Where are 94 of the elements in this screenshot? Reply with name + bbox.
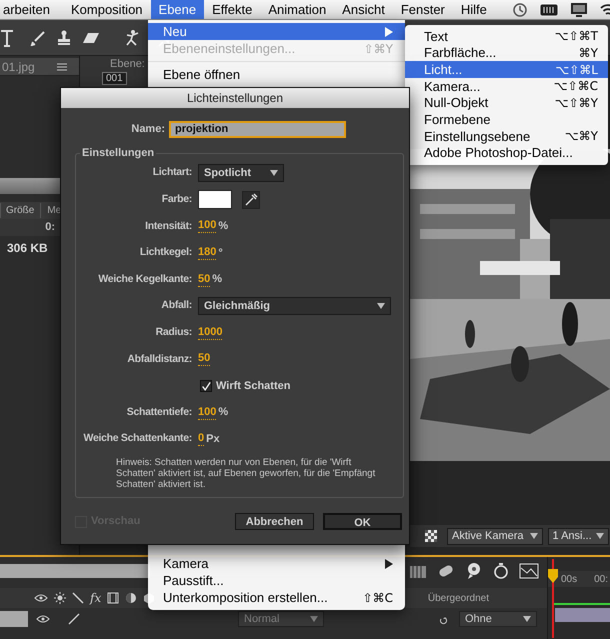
dropdown[interactable]: Spotlicht [198, 164, 284, 182]
eraser-tool-icon[interactable] [82, 32, 100, 44]
menu-title[interactable]: Animation [260, 0, 334, 19]
menu-item[interactable]: Licht... ⌥⇧⌘L [405, 61, 608, 78]
line-icon[interactable] [72, 592, 84, 604]
graph-editor-icon[interactable] [519, 563, 539, 579]
text-tool-icon[interactable] [0, 28, 14, 46]
eye-icon[interactable] [34, 593, 48, 603]
unit-label: % [218, 219, 228, 234]
unit-label: % [212, 272, 222, 288]
panel-title: Ebene: [110, 58, 145, 70]
checkbox-label: Wirft Schatten [216, 378, 290, 394]
file-size: 306 KB [6, 240, 49, 257]
menu-item[interactable]: Neu [148, 23, 405, 40]
menu-item[interactable]: Ebene öffnen [148, 66, 405, 83]
half-circle-icon[interactable] [125, 592, 138, 604]
value-field[interactable]: 100 [198, 219, 216, 234]
field-label: Name: [130, 122, 165, 138]
field-label: Weiche Kegelkante: [97, 272, 192, 287]
dropdown[interactable]: Gleichmäßig [198, 297, 391, 316]
dialog-title: Lichteinstellungen [61, 88, 409, 108]
checkerboard-icon[interactable] [425, 530, 437, 542]
column-header[interactable]: Übergeordnet [428, 590, 489, 606]
camera-dropdown[interactable]: Aktive Kamera [447, 528, 543, 544]
submenu-arrow-icon [385, 26, 393, 36]
field-label: Schattentiefe: [126, 404, 192, 420]
color-swatch[interactable] [198, 190, 232, 210]
name-field[interactable]: projektion [169, 121, 346, 138]
effects-label: fx [90, 590, 102, 607]
film-icon[interactable] [409, 563, 427, 579]
stopwatch-icon[interactable] [493, 562, 509, 580]
brush-tool-icon[interactable] [30, 30, 46, 46]
time-text: 0: [45, 220, 55, 236]
panel-menu-icon[interactable] [56, 62, 67, 70]
menu-title[interactable]: Effekte [204, 0, 260, 19]
menu-title[interactable]: arbeiten [0, 0, 58, 19]
field-label: Radius: [154, 324, 192, 340]
clock-icon[interactable] [512, 2, 528, 18]
submenu-arrow-icon [385, 558, 393, 568]
field-label: Lichtart: [152, 165, 192, 180]
speech-bubble-icon[interactable] [465, 562, 483, 580]
caret-icon [310, 616, 318, 622]
unit-label: Px [206, 432, 220, 447]
menu-title[interactable]: Ansicht [334, 0, 393, 19]
menu-item[interactable]: Unterkomposition erstellen... ⇧⌘C [148, 589, 405, 606]
menu-item[interactable]: Farbfläche... ⌘Y [405, 44, 608, 62]
battery-icon[interactable] [540, 4, 558, 16]
field-label: Weiche Schattenkante: [82, 431, 192, 446]
group-title: Einstellungen [80, 145, 156, 162]
line-icon[interactable] [68, 613, 80, 625]
layer-label-bar [0, 611, 28, 627]
stamp-tool-icon[interactable] [56, 30, 72, 46]
caret-icon [377, 303, 385, 310]
menu-item[interactable]: Text ⌥⇧⌘T [405, 28, 608, 45]
field-label: Lichtkegel: [138, 245, 192, 260]
value-field[interactable]: 0 [198, 432, 204, 446]
ruler-label: 00s [561, 572, 578, 586]
unit-label: % [218, 405, 228, 420]
field-label: Farbe: [160, 192, 192, 208]
view-dropdown[interactable]: 1 Ansi... [548, 528, 609, 544]
caret-icon [596, 533, 604, 539]
value-field[interactable]: 100 [198, 406, 216, 420]
menu-item[interactable]: Pausstift... [148, 572, 405, 589]
field-label: Intensität: [144, 218, 192, 234]
value-field[interactable]: 1000 [198, 326, 222, 340]
menu-title[interactable]: Ebene [150, 0, 204, 19]
field-label: Abfalldistanz: [126, 352, 192, 367]
eyedropper-icon[interactable] [242, 190, 260, 209]
parent-dropdown[interactable]: Ohne [459, 611, 537, 627]
film-icon[interactable] [107, 592, 120, 604]
note-text: Hinweis: Schatten werden nur von Ebenen, für die 'Wirft Schatten' aktiviert ist, auf Ebenen geworfen, für die 'Empfängt Schatten' aktiviert ist. [116, 456, 376, 490]
eye-icon[interactable] [36, 614, 50, 624]
frame-number: 001 [102, 72, 127, 85]
caret-icon [530, 533, 538, 539]
caret-icon [270, 170, 278, 176]
column-header[interactable]: Größe [0, 203, 40, 218]
sun-icon[interactable] [54, 592, 66, 604]
menu-item[interactable]: Kamera [148, 555, 405, 572]
dialog-button[interactable]: OK [323, 513, 402, 530]
value-field[interactable]: 180 [198, 246, 216, 260]
checkmark-icon [201, 380, 211, 392]
tab-label: 01.jpg [2, 58, 35, 76]
dialog-button[interactable]: Abbrechen [235, 513, 314, 530]
menu-title[interactable]: Fenster [392, 0, 453, 19]
caret-icon [523, 616, 531, 622]
value-field[interactable]: 50 [198, 272, 210, 287]
ruler-label: 00: [594, 572, 608, 586]
menu-title[interactable]: Hilfe [452, 0, 495, 19]
checkbox[interactable] [200, 380, 212, 392]
unit-label: ° [218, 246, 223, 261]
value-field[interactable]: 50 [198, 352, 210, 366]
menu-title[interactable]: Komposition [62, 0, 151, 19]
field-label: Abfall: [160, 298, 192, 314]
monitor-icon[interactable] [570, 2, 588, 18]
